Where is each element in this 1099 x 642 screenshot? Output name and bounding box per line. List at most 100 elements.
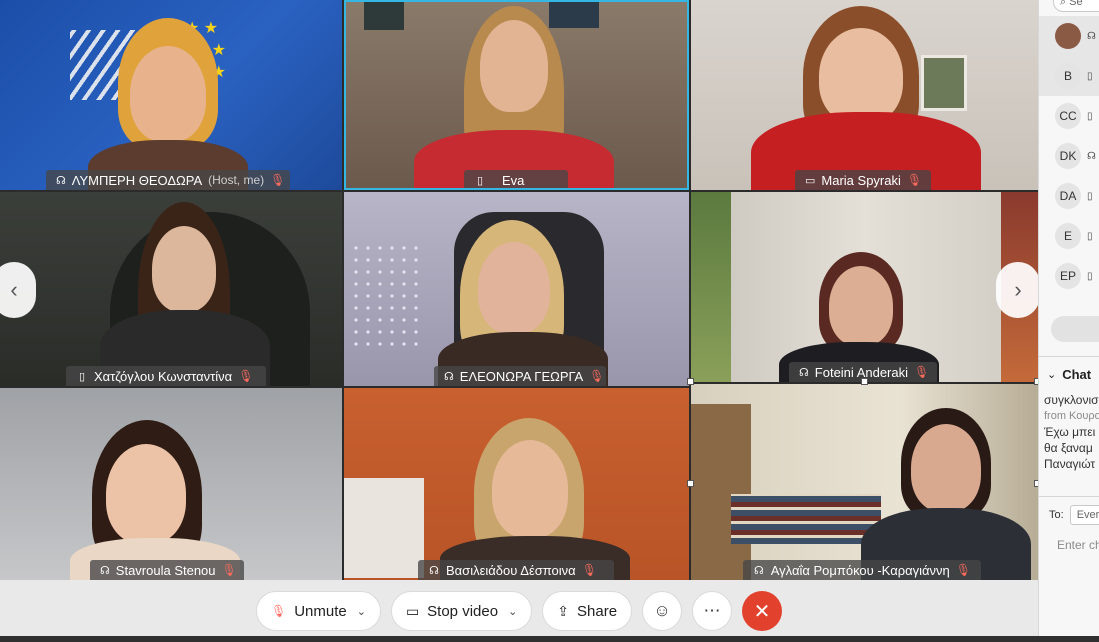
participant-name: Eva	[502, 172, 525, 188]
mic-muted-icon: 🎙	[270, 173, 286, 187]
person-face	[130, 46, 206, 142]
mobile-device-icon: ▯	[1087, 190, 1093, 202]
avatar: CC	[1055, 103, 1081, 129]
resize-handle[interactable]	[687, 480, 694, 487]
previous-page-button[interactable]: ‹	[0, 262, 36, 318]
chat-input[interactable]: Enter ch	[1057, 538, 1099, 552]
person-face	[106, 444, 186, 544]
mobile-device-icon: ▯	[476, 174, 484, 187]
chat-messages: συγκλονισ from Κουρο Έχω μπει θα ξαναμ Π…	[1044, 392, 1099, 472]
audio-icon: ☊	[1087, 30, 1096, 42]
mobile-device-icon: ▯	[78, 370, 86, 383]
desktop-device-icon: ▭	[805, 174, 816, 187]
chevron-left-icon: ‹	[10, 277, 18, 302]
mic-muted-icon: 🎙	[955, 563, 971, 577]
side-panel: ⌕ Se ☊ B ▯ CC ▯ DK ☊ DA ▯ E ▯ EP ▯ ⌄ Cha…	[1038, 0, 1099, 636]
meeting-window: ★ ★ ★ ★ ★ ☊ ΛΥΜΠΕΡΗ ΘΕΟΔΩΡΑ (Host, me) 🎙…	[0, 0, 1099, 642]
chevron-down-icon[interactable]: ⌄	[508, 605, 517, 618]
mic-muted-icon: 🎙	[906, 173, 923, 187]
resize-handle[interactable]	[861, 378, 868, 385]
unmute-button[interactable]: 🎙 Unmute ⌄	[255, 591, 381, 631]
video-tile[interactable]: ▭ Maria Spyraki 🎙	[691, 0, 1038, 190]
person-face	[480, 20, 548, 112]
participant-name-tag: ▯ Eva	[464, 170, 568, 190]
video-tile[interactable]: ☊ Stavroula Stenou 🎙	[0, 388, 342, 580]
person-face	[478, 242, 550, 334]
chat-message-line: Παναγιώτ	[1044, 457, 1096, 471]
participant-name: Βασιλειάδου Δέσποινα	[446, 562, 576, 578]
participant-list-item[interactable]: B ▯	[1039, 56, 1099, 96]
reactions-button[interactable]: ☺	[642, 591, 683, 631]
mic-muted-icon: 🎙	[270, 604, 287, 618]
close-icon: ✕	[753, 600, 771, 623]
audio-icon: ☊	[56, 174, 66, 187]
audio-icon: ☊	[753, 564, 764, 577]
participant-list-item[interactable]: CC ▯	[1039, 96, 1099, 136]
mobile-device-icon: ▯	[1087, 70, 1093, 82]
participant-list-item[interactable]: ☊	[1039, 16, 1099, 56]
search-icon: ⌕	[1060, 0, 1067, 8]
video-tile[interactable]: ☊ Βασιλειάδου Δέσποινα 🎙	[344, 388, 689, 580]
person-face	[829, 266, 893, 346]
radiator	[344, 478, 424, 578]
audio-icon: ☊	[444, 370, 454, 383]
video-grid: ★ ★ ★ ★ ★ ☊ ΛΥΜΠΕΡΗ ΘΕΟΔΩΡΑ (Host, me) 🎙…	[0, 0, 1041, 589]
participant-name-tag: ☊ ΛΥΜΠΕΡΗ ΘΕΟΔΩΡΑ (Host, me) 🎙	[46, 170, 290, 190]
wall-picture	[549, 0, 599, 28]
participant-name: Χατζόγλου Κωνσταντίνα	[94, 368, 233, 384]
video-camera-icon: ▭	[405, 602, 420, 619]
mobile-device-icon: ▯	[1087, 270, 1093, 282]
share-button[interactable]: ⇪ Share	[542, 591, 633, 631]
video-tile[interactable]: ☊ ΕΛΕΟΝΩΡΑ ΓΕΩΡΓΑ 🎙	[344, 192, 689, 386]
wall-picture	[921, 55, 967, 111]
end-meeting-button[interactable]: ✕	[742, 591, 783, 631]
chat-message-line: Έχω μπει	[1044, 425, 1096, 439]
more-options-button[interactable]: ⋯	[692, 591, 733, 631]
mic-muted-icon: 🎙	[914, 365, 930, 379]
chevron-right-icon: ›	[1014, 277, 1022, 302]
desk-books	[731, 494, 881, 544]
audio-icon: ☊	[799, 366, 809, 379]
participant-name: ΛΥΜΠΕΡΗ ΘΕΟΔΩΡΑ	[71, 172, 203, 188]
wall-picture	[364, 0, 404, 30]
host-label: (Host, me)	[208, 173, 265, 187]
video-tile[interactable]: ▯ Χατζόγλου Κωνσταντίνα 🎙	[0, 192, 342, 386]
chevron-down-icon[interactable]: ⌄	[357, 605, 366, 618]
participant-search-input[interactable]: ⌕ Se	[1053, 0, 1099, 12]
participant-list-item[interactable]: EP ▯	[1039, 256, 1099, 296]
video-tile[interactable]: ▯ Eva	[344, 0, 689, 190]
video-tile[interactable]: ☊ Αγλαΐα Ρομπόκου -Καραγιάννη 🎙	[691, 384, 1038, 584]
mic-muted-icon: 🎙	[589, 369, 605, 383]
video-tile[interactable]: ☊ Foteini Anderaki 🎙	[691, 192, 1038, 382]
person-face	[911, 424, 981, 512]
participant-name-tag: ☊ Stavroula Stenou 🎙	[90, 560, 244, 580]
chevron-down-icon: ⌄	[1047, 369, 1057, 381]
avatar	[1055, 23, 1081, 49]
to-label: To:	[1049, 509, 1064, 521]
participant-list-item[interactable]: E ▯	[1039, 216, 1099, 256]
avatar: EP	[1055, 263, 1081, 289]
participant-list-item[interactable]: DA ▯	[1039, 176, 1099, 216]
mobile-device-icon: ▯	[1087, 110, 1093, 122]
mic-muted-icon: 🎙	[238, 369, 254, 383]
mic-muted-icon: 🎙	[221, 563, 237, 577]
unmute-label: Unmute	[294, 602, 347, 620]
avatar: B	[1055, 63, 1081, 89]
stop-video-button[interactable]: ▭ Stop video ⌄	[390, 591, 533, 631]
recipient-select[interactable]: Ever	[1069, 505, 1099, 525]
chat-section-header[interactable]: ⌄ Chat	[1039, 356, 1099, 382]
chat-recipient-row: To: Ever	[1039, 496, 1099, 525]
resize-handle[interactable]	[687, 378, 694, 385]
next-page-button[interactable]: ›	[996, 262, 1040, 318]
taskbar-strip	[0, 636, 1099, 642]
video-tile[interactable]: ★ ★ ★ ★ ★ ☊ ΛΥΜΠΕΡΗ ΘΕΟΔΩΡΑ (Host, me) 🎙	[0, 0, 342, 190]
panel-action-button[interactable]	[1051, 316, 1099, 342]
audio-icon: ☊	[1087, 150, 1096, 162]
participant-list-item[interactable]: DK ☊	[1039, 136, 1099, 176]
participant-name: Maria Spyraki	[821, 172, 901, 188]
search-placeholder: Se	[1069, 0, 1083, 8]
ellipsis-icon: ⋯	[703, 601, 721, 620]
participant-name-tag: ▭ Maria Spyraki 🎙	[795, 170, 931, 190]
participant-name: Stavroula Stenou	[115, 562, 216, 578]
participant-name-tag: ☊ Αγλαΐα Ρομπόκου -Καραγιάννη 🎙	[743, 560, 981, 580]
